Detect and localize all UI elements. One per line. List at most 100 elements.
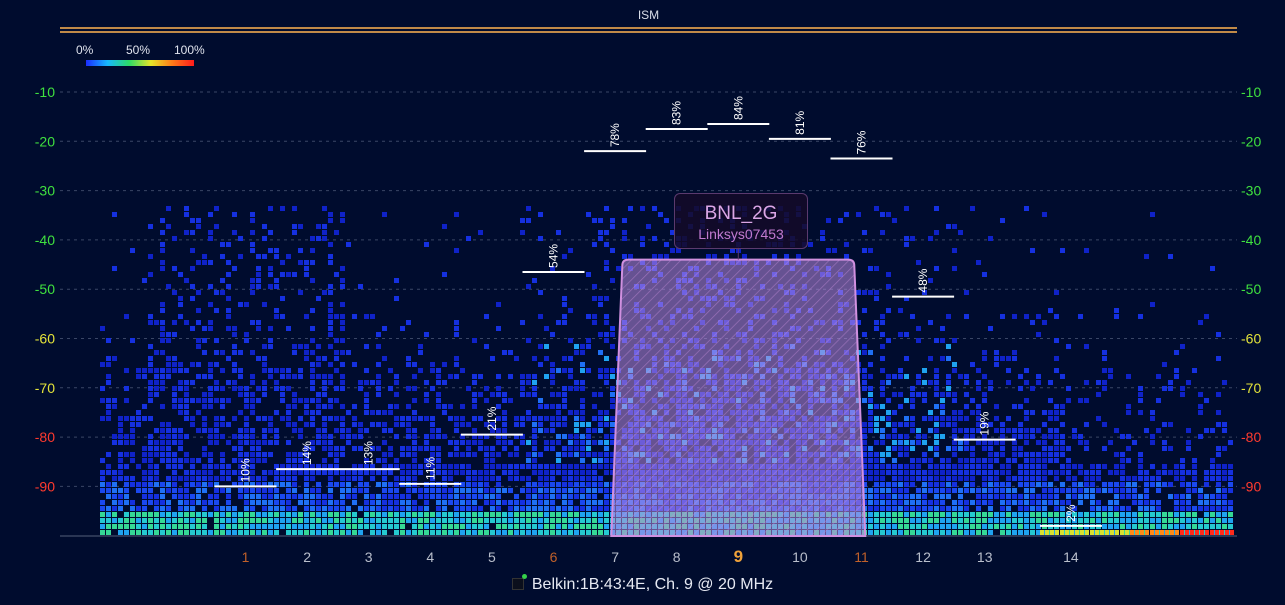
density-cell [292, 506, 297, 511]
density-cell [340, 380, 345, 385]
channel-tick-7[interactable]: 7 [611, 549, 619, 565]
density-cell [1054, 428, 1059, 433]
density-cell [1192, 482, 1197, 487]
density-cell [526, 476, 531, 481]
density-cell [166, 374, 171, 379]
density-cell [1030, 500, 1035, 505]
channel-tick-6[interactable]: 6 [550, 549, 558, 565]
network-tooltip[interactable]: BNL_2G Linksys07453 [674, 193, 808, 249]
density-cell [1066, 488, 1071, 493]
density-cell [442, 518, 447, 523]
density-cell [208, 260, 213, 265]
density-cell [328, 500, 333, 505]
channel-tick-8[interactable]: 8 [673, 549, 681, 565]
density-cell [1168, 254, 1173, 259]
density-cell [904, 446, 909, 451]
channel-tick-1[interactable]: 1 [242, 549, 250, 565]
y-tick-label-left: -90 [35, 478, 55, 494]
density-cell [1204, 512, 1209, 517]
density-cell [544, 488, 549, 493]
density-cell [598, 458, 603, 463]
density-cell [178, 512, 183, 517]
density-cell [1120, 434, 1125, 439]
density-cell [178, 494, 183, 499]
density-cell [166, 440, 171, 445]
channel-tick-2[interactable]: 2 [303, 549, 311, 565]
density-cell [952, 440, 957, 445]
density-cell [118, 476, 123, 481]
density-cell [604, 410, 609, 415]
channel-tick-5[interactable]: 5 [488, 549, 496, 565]
density-cell [1096, 380, 1101, 385]
density-cell [280, 392, 285, 397]
density-cell [184, 530, 189, 535]
channel-tick-14[interactable]: 14 [1063, 549, 1079, 565]
density-cell [268, 470, 273, 475]
density-cell [148, 452, 153, 457]
density-cell [1222, 494, 1227, 499]
density-cell [544, 326, 549, 331]
density-cell [556, 530, 561, 535]
density-cell [1030, 464, 1035, 469]
density-cell [580, 494, 585, 499]
density-cell [874, 416, 879, 421]
density-cell [406, 356, 411, 361]
density-cell [928, 464, 933, 469]
density-cell [154, 452, 159, 457]
density-cell [946, 470, 951, 475]
density-cell [196, 500, 201, 505]
channel-tick-10[interactable]: 10 [792, 549, 808, 565]
density-cell [262, 518, 267, 523]
density-cell [574, 344, 579, 349]
density-cell [562, 494, 567, 499]
density-cell [538, 488, 543, 493]
density-cell [964, 518, 969, 523]
density-cell [970, 464, 975, 469]
density-cell [1054, 506, 1059, 511]
density-cell [1084, 494, 1089, 499]
channel-tick-4[interactable]: 4 [426, 549, 434, 565]
density-cell [340, 326, 345, 331]
density-cell [118, 434, 123, 439]
channel-tick-13[interactable]: 13 [977, 549, 993, 565]
density-cell [424, 494, 429, 499]
channel-tick-11[interactable]: 11 [854, 549, 869, 565]
density-cell [1060, 404, 1065, 409]
density-cell [1024, 458, 1029, 463]
density-cell [346, 470, 351, 475]
spectrum-plot[interactable]: -10-20-30-40-50-60-70-80-90 -10-20-30-40… [0, 0, 1285, 605]
density-cell [358, 530, 363, 535]
density-cell [1054, 446, 1059, 451]
y-tick-label-left: -70 [35, 380, 55, 396]
density-cell [478, 506, 483, 511]
density-cell [934, 338, 939, 343]
density-cell [952, 524, 957, 529]
density-cell [370, 314, 375, 319]
density-cell [286, 404, 291, 409]
density-cell [544, 374, 549, 379]
density-cell [136, 374, 141, 379]
density-cell [190, 266, 195, 271]
density-cell [166, 422, 171, 427]
density-cell [172, 518, 177, 523]
density-cell [130, 338, 135, 343]
density-cell [1036, 482, 1041, 487]
density-cell [580, 518, 585, 523]
density-cell [562, 482, 567, 487]
density-cell [322, 506, 327, 511]
density-cell [742, 254, 747, 259]
density-cell [982, 476, 987, 481]
density-cell [268, 338, 273, 343]
density-cell [112, 266, 117, 271]
density-cell-hot [1200, 530, 1204, 535]
channel-tick-12[interactable]: 12 [915, 549, 931, 565]
density-cell [124, 488, 129, 493]
density-cell [580, 410, 585, 415]
channel-tick-9[interactable]: 9 [734, 547, 743, 566]
density-cell [244, 422, 249, 427]
channel-tick-3[interactable]: 3 [365, 549, 373, 565]
density-cell [526, 284, 531, 289]
density-cell [190, 362, 195, 367]
density-cell [148, 314, 153, 319]
density-cell [256, 440, 261, 445]
